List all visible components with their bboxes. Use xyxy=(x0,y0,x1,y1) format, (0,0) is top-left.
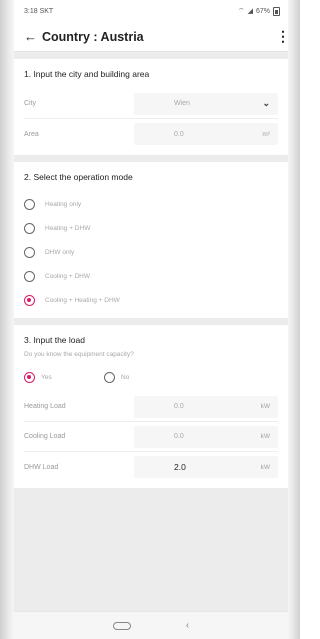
phone-screen: 3:18 SKT ⌔ ◢ 67% ← Country : Austria ⋮ 1… xyxy=(14,0,288,639)
app-bar: ← Country : Austria ⋮ xyxy=(14,22,288,52)
no-option[interactable]: No xyxy=(104,371,184,383)
city-label: City xyxy=(24,100,37,107)
heating-load-input[interactable]: 0.0 kW xyxy=(134,395,278,418)
no-radio[interactable] xyxy=(104,371,115,383)
wifi-icon: ⌔ xyxy=(238,7,245,15)
mode-label: Heating + DHW xyxy=(45,224,91,232)
city-dropdown[interactable]: Wien ⌄ xyxy=(134,92,278,115)
system-nav-bar: ‹ xyxy=(14,611,288,639)
heating-load-unit: kW xyxy=(260,403,270,410)
mode-label: Cooling + DHW xyxy=(45,272,90,280)
area-label: Area xyxy=(24,130,39,138)
operation-mode-option[interactable]: Cooling + Heating + DHW xyxy=(24,288,278,312)
nav-back-icon[interactable]: ‹ xyxy=(186,620,189,631)
yes-label: Yes xyxy=(41,373,52,381)
section-title: 3. Input the load xyxy=(24,335,85,345)
section-title: 2. Select the operation mode xyxy=(24,172,133,182)
heating-load-row: Heating Load 0.0 kW xyxy=(24,392,278,422)
battery-percent: 67% xyxy=(255,7,270,15)
mode-radio[interactable] xyxy=(24,222,35,234)
mode-label: DHW only xyxy=(45,248,75,256)
more-icon[interactable]: ⋮ xyxy=(276,28,288,45)
yes-radio[interactable] xyxy=(24,371,35,383)
operation-mode-option[interactable]: Cooling + DHW xyxy=(24,264,278,288)
cooling-load-label: Cooling Load xyxy=(24,433,66,440)
no-label: No xyxy=(121,373,130,381)
capacity-question: Do you know the equipment capacity? xyxy=(24,351,134,358)
mode-radio[interactable] xyxy=(24,294,35,306)
city-area-card: 1. Input the city and building area City… xyxy=(14,59,288,155)
area-input[interactable]: 0.0 m² xyxy=(134,123,278,145)
city-row: City Wien ⌄ xyxy=(24,89,278,119)
load-card: 3. Input the load Do you know the equipm… xyxy=(14,325,288,488)
city-value: Wien xyxy=(174,100,190,107)
mode-radio[interactable] xyxy=(24,198,35,210)
device-bezel-right xyxy=(288,0,300,639)
page-title: Country : Austria xyxy=(42,29,144,44)
dhw-load-value: 2.0 xyxy=(174,462,186,472)
mode-label: Cooling + Heating + DHW xyxy=(45,296,120,304)
dhw-load-row: DHW Load 2.0 kW xyxy=(24,452,278,482)
arrow-left-icon[interactable]: ← xyxy=(24,29,42,44)
cooling-load-value: 0.0 xyxy=(174,433,184,440)
status-bar: 3:18 SKT ⌔ ◢ 67% xyxy=(14,0,288,22)
operation-mode-card: 2. Select the operation mode Heating onl… xyxy=(14,162,288,318)
operation-mode-option[interactable]: Heating only xyxy=(24,192,278,216)
operation-mode-option[interactable]: DHW only xyxy=(24,240,278,264)
home-button[interactable] xyxy=(112,621,131,630)
operation-mode-list: Heating only Heating + DHW DHW only Cooling… xyxy=(24,192,278,312)
dhw-load-unit: kW xyxy=(260,463,270,471)
heating-load-value: 0.0 xyxy=(174,403,184,410)
status-time: 3:18 SKT xyxy=(24,7,54,15)
mode-radio[interactable] xyxy=(24,246,35,258)
cooling-load-row: Cooling Load 0.0 kW xyxy=(24,422,278,452)
dhw-load-label: DHW Load xyxy=(24,463,59,471)
section-title: 1. Input the city and building area xyxy=(24,69,150,79)
dhw-load-input[interactable]: 2.0 kW xyxy=(134,456,278,478)
heating-load-label: Heating Load xyxy=(24,403,66,410)
area-unit: m² xyxy=(262,130,270,138)
yes-option[interactable]: Yes xyxy=(24,371,104,383)
cooling-load-input[interactable]: 0.0 kW xyxy=(134,425,278,448)
operation-mode-option[interactable]: Heating + DHW xyxy=(24,216,278,240)
area-value: 0.0 xyxy=(174,130,184,138)
signal-icon: ◢ xyxy=(247,8,253,15)
device-bezel-left xyxy=(0,0,14,639)
chevron-down-icon: ⌄ xyxy=(262,98,270,108)
cooling-load-unit: kW xyxy=(260,433,270,440)
area-row: Area 0.0 m² xyxy=(24,119,278,149)
battery-icon xyxy=(273,6,280,16)
mode-radio[interactable] xyxy=(24,270,35,282)
mode-label: Heating only xyxy=(45,200,82,208)
capacity-choice: Yes No xyxy=(24,366,278,388)
